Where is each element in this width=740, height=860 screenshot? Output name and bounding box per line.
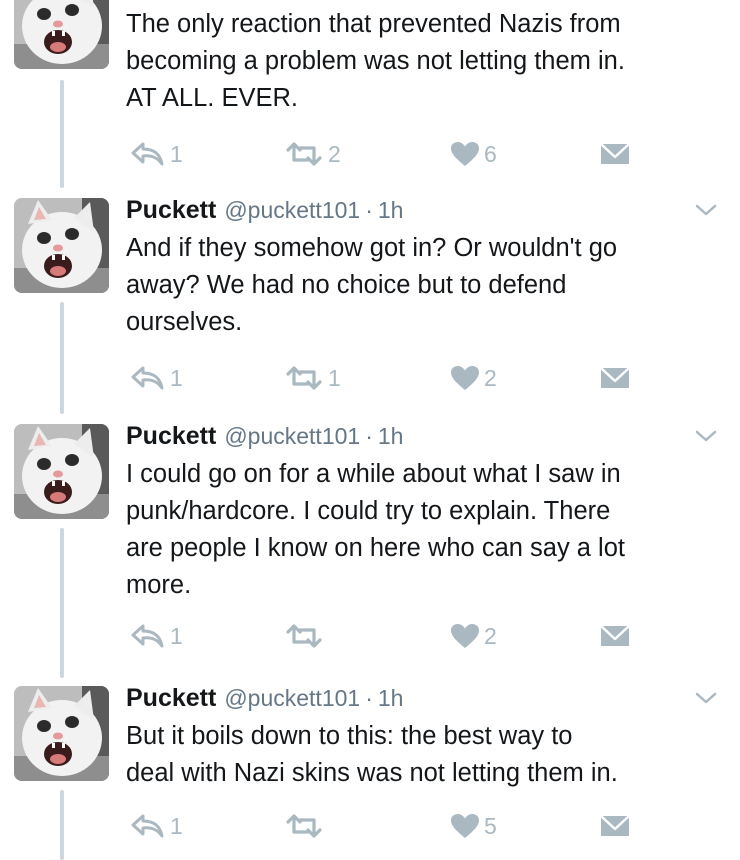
tweet-text-line: And if they somehow got in? Or wouldn't … bbox=[126, 234, 618, 262]
reply-button[interactable]: 1 bbox=[130, 140, 183, 168]
envelope-icon bbox=[600, 625, 630, 647]
like-button[interactable]: 6 bbox=[450, 140, 497, 168]
username[interactable]: @puckett101 bbox=[224, 685, 360, 712]
tweet-actions: 1 5 bbox=[126, 812, 646, 840]
chevron-down-icon[interactable] bbox=[694, 690, 718, 706]
direct-message-button[interactable] bbox=[600, 364, 630, 392]
direct-message-button[interactable] bbox=[600, 140, 630, 168]
like-button[interactable]: 2 bbox=[450, 364, 497, 392]
tweet-actions: 1 2 bbox=[126, 622, 646, 650]
chevron-down-icon[interactable] bbox=[694, 428, 718, 444]
retweet-icon bbox=[284, 624, 324, 648]
retweet-count: 2 bbox=[328, 140, 341, 167]
like-count: 6 bbox=[484, 140, 497, 167]
avatar[interactable] bbox=[14, 424, 109, 519]
tweet-text-line: The only reaction that prevented Nazis f… bbox=[126, 10, 621, 38]
reply-count: 1 bbox=[170, 364, 183, 391]
retweet-button[interactable] bbox=[284, 812, 328, 840]
envelope-icon bbox=[600, 815, 630, 837]
reply-button[interactable]: 1 bbox=[130, 622, 183, 650]
tweet: The only reaction that prevented Nazis f… bbox=[0, 0, 740, 196]
chevron-down-icon[interactable] bbox=[694, 202, 718, 218]
retweet-icon bbox=[284, 814, 324, 838]
direct-message-button[interactable] bbox=[600, 812, 630, 840]
tweet-text: But it boils down to this: the best way … bbox=[126, 718, 726, 792]
direct-message-button[interactable] bbox=[600, 622, 630, 650]
avatar[interactable] bbox=[14, 686, 109, 781]
tweet-text-line: AT ALL. EVER. bbox=[126, 84, 298, 112]
like-count: 2 bbox=[484, 622, 497, 649]
tweet-text-line: I could go on for a while about what I s… bbox=[126, 460, 621, 488]
tweet-header: Puckett @puckett101 · 1h bbox=[126, 422, 403, 456]
tweet-header: Puckett @puckett101 · 1h bbox=[126, 684, 403, 718]
retweet-button[interactable] bbox=[284, 622, 328, 650]
timestamp[interactable]: 1h bbox=[378, 685, 404, 712]
reply-count: 1 bbox=[170, 140, 183, 167]
tweet: Puckett @puckett101 · 1h I could go on f… bbox=[0, 422, 740, 684]
tweet-text: I could go on for a while about what I s… bbox=[126, 456, 726, 604]
reply-button[interactable]: 1 bbox=[130, 364, 183, 392]
reply-icon bbox=[130, 814, 166, 838]
reply-count: 1 bbox=[170, 622, 183, 649]
separator-dot: · bbox=[365, 423, 373, 449]
tweet-text-line: deal with Nazi skins was not letting the… bbox=[126, 759, 618, 787]
display-name[interactable]: Puckett bbox=[126, 684, 216, 713]
tweet-text-line: ourselves. bbox=[126, 308, 243, 336]
separator-dot: · bbox=[365, 685, 373, 711]
retweet-icon bbox=[284, 142, 324, 166]
retweet-icon bbox=[284, 366, 324, 390]
heart-icon bbox=[450, 623, 480, 649]
username[interactable]: @puckett101 bbox=[224, 197, 360, 224]
timestamp[interactable]: 1h bbox=[378, 197, 404, 224]
tweet-actions: 1 1 2 bbox=[126, 364, 646, 392]
thread-line bbox=[60, 302, 64, 414]
envelope-icon bbox=[600, 143, 630, 165]
separator-dot: · bbox=[365, 197, 373, 223]
heart-icon bbox=[450, 813, 480, 839]
retweet-button[interactable]: 1 bbox=[284, 364, 341, 392]
like-count: 5 bbox=[484, 812, 497, 839]
tweet: Puckett @puckett101 · 1h But it boils do… bbox=[0, 684, 740, 860]
avatar[interactable] bbox=[14, 198, 109, 293]
avatar[interactable] bbox=[14, 0, 109, 69]
reply-count: 1 bbox=[170, 812, 183, 839]
tweet-actions: 1 2 6 bbox=[126, 140, 646, 168]
heart-icon bbox=[450, 365, 480, 391]
tweet-text-line: But it boils down to this: the best way … bbox=[126, 722, 573, 750]
tweet-text-line: away? We had no choice but to defend bbox=[126, 271, 567, 299]
like-button[interactable]: 2 bbox=[450, 622, 497, 650]
heart-icon bbox=[450, 141, 480, 167]
display-name[interactable]: Puckett bbox=[126, 422, 216, 451]
reply-button[interactable]: 1 bbox=[130, 812, 183, 840]
tweet-text-line: becoming a problem was not letting them … bbox=[126, 47, 625, 75]
reply-icon bbox=[130, 366, 166, 390]
thread-line bbox=[60, 80, 64, 188]
timestamp[interactable]: 1h bbox=[378, 423, 404, 450]
reply-icon bbox=[130, 142, 166, 166]
tweet-text-line: punk/hardcore. I could try to explain. T… bbox=[126, 497, 611, 525]
tweet-header: Puckett @puckett101 · 1h bbox=[126, 196, 403, 230]
reply-icon bbox=[130, 624, 166, 648]
tweet: Puckett @puckett101 · 1h And if they som… bbox=[0, 196, 740, 422]
username[interactable]: @puckett101 bbox=[224, 423, 360, 450]
retweet-button[interactable]: 2 bbox=[284, 140, 341, 168]
tweet-text: And if they somehow got in? Or wouldn't … bbox=[126, 230, 726, 341]
tweet-text: The only reaction that prevented Nazis f… bbox=[126, 6, 726, 117]
tweet-text-line: are people I know on here who can say a … bbox=[126, 534, 625, 562]
envelope-icon bbox=[600, 367, 630, 389]
retweet-count: 1 bbox=[328, 364, 341, 391]
like-count: 2 bbox=[484, 364, 497, 391]
thread-line bbox=[60, 528, 64, 678]
like-button[interactable]: 5 bbox=[450, 812, 497, 840]
tweet-text-line: more. bbox=[126, 571, 192, 599]
thread-line bbox=[60, 790, 64, 860]
display-name[interactable]: Puckett bbox=[126, 196, 216, 225]
